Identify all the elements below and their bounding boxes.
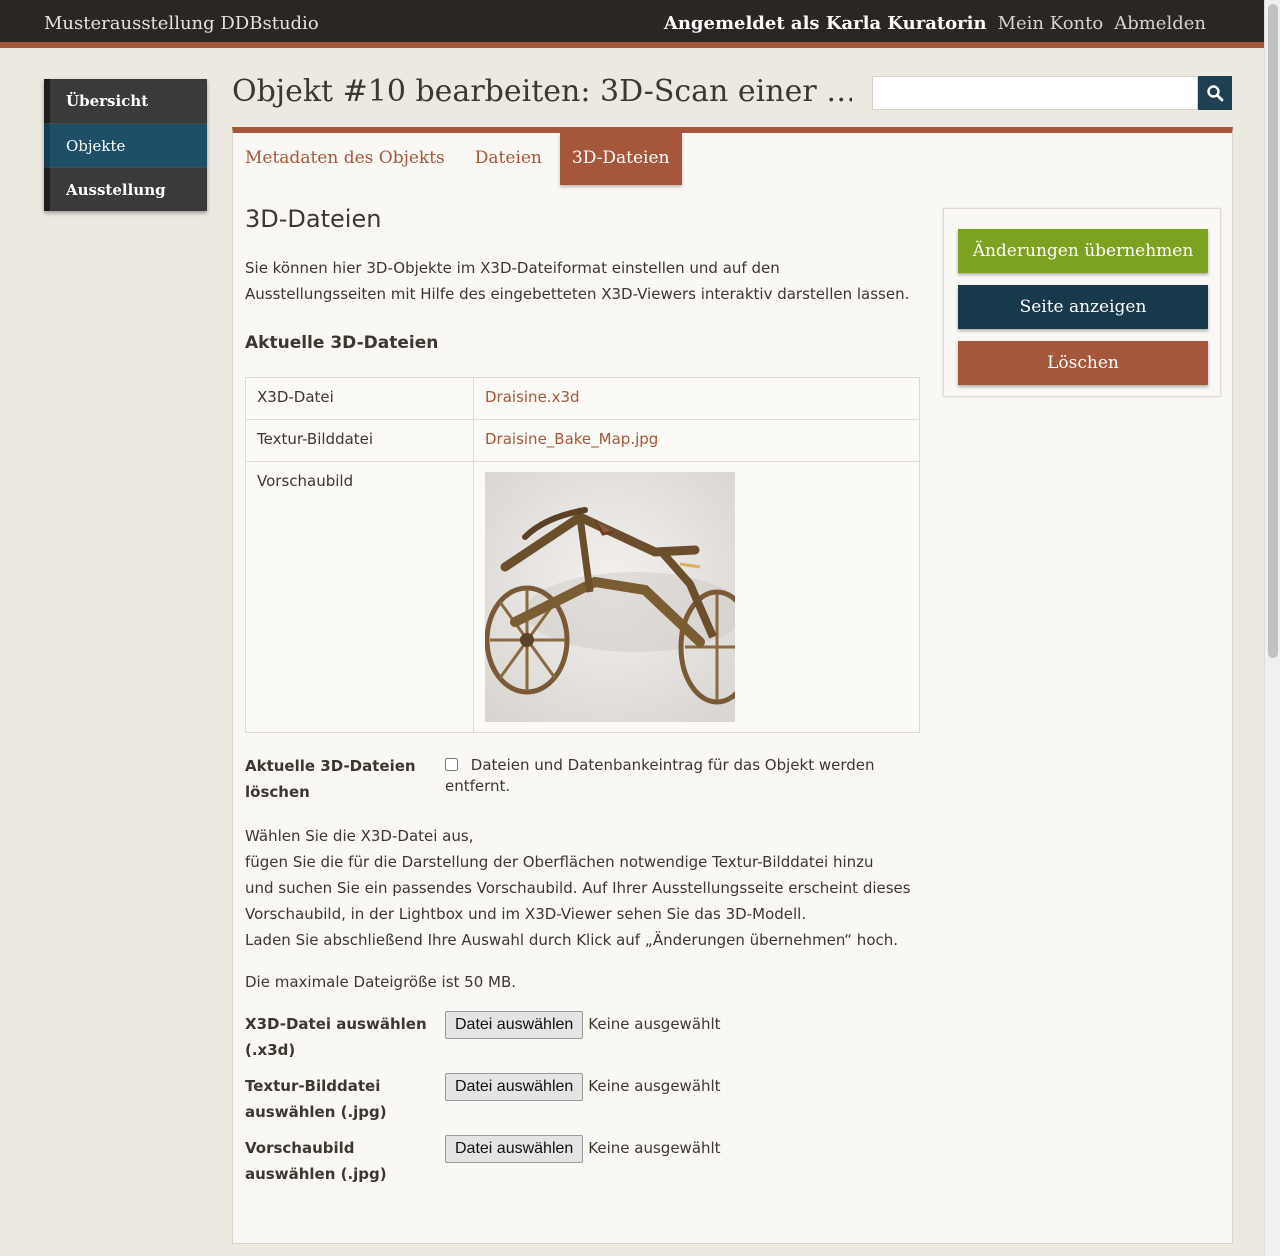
delete-files-option: Dateien und Datenbankeintrag für das Obj… (445, 753, 921, 805)
current-files-heading: Aktuelle 3D-Dateien (245, 333, 439, 353)
texture-choose-file-button[interactable]: Datei auswählen (445, 1073, 584, 1101)
user-nav: Angemeldet als Karla Kuratorin Mein Kont… (664, 13, 1206, 34)
max-file-size: Die maximale Dateigröße ist 50 MB. (245, 973, 517, 991)
sidebar-nav: Übersicht Objekte Ausstellung (44, 79, 207, 211)
edit-panel: Metadaten des Objekts Dateien 3D-Dateien… (232, 127, 1233, 1244)
my-account-link[interactable]: Mein Konto (998, 13, 1104, 34)
tab-bar: Metadaten des Objekts Dateien 3D-Dateien (233, 133, 682, 185)
search-input[interactable] (872, 76, 1198, 110)
section-title: 3D-Dateien (245, 205, 382, 233)
texture-file-label: Textur-Bilddatei (245, 419, 474, 462)
tab-3d-files[interactable]: 3D-Dateien (559, 133, 682, 185)
texture-file-status: Keine ausgewählt (588, 1077, 721, 1095)
tab-files[interactable]: Dateien (463, 133, 554, 185)
preview-choose-file-button[interactable]: Datei auswählen (445, 1135, 584, 1163)
x3d-file-label: X3D-Datei (245, 377, 474, 420)
delete-current-files-row: Aktuelle 3D-Dateien löschen Dateien und … (245, 753, 921, 805)
help-text: Wählen Sie die X3D-Datei aus, fügen Sie … (245, 827, 911, 949)
logout-link[interactable]: Abmelden (1114, 13, 1206, 34)
actions-box: Änderungen übernehmen Seite anzeigen Lös… (943, 208, 1221, 397)
search-button[interactable] (1198, 76, 1232, 110)
search-bar (872, 76, 1232, 110)
delete-files-checkbox[interactable] (445, 758, 458, 771)
x3d-file-link[interactable]: Draisine.x3d (485, 388, 580, 406)
logged-in-user: Angemeldet als Karla Kuratorin (663, 13, 987, 34)
scrollbar-thumb[interactable] (1268, 4, 1278, 658)
delete-files-label: Aktuelle 3D-Dateien löschen (245, 757, 416, 801)
preview-image-label: Vorschaubild (245, 461, 474, 733)
tab-metadata[interactable]: Metadaten des Objekts (233, 133, 457, 185)
view-page-button[interactable]: Seite anzeigen (958, 285, 1208, 329)
intro-text: Sie können hier 3D-Objekte im X3D-Dateif… (245, 259, 910, 303)
table-row: Vorschaubild (245, 461, 920, 733)
preview-file-status: Keine ausgewählt (588, 1139, 721, 1157)
table-row: X3D-Datei Draisine.x3d (245, 377, 920, 420)
preview-thumbnail[interactable] (485, 472, 735, 722)
delete-button[interactable]: Löschen (958, 341, 1208, 385)
sidebar-item-exhibition[interactable]: Ausstellung (44, 167, 207, 211)
draisine-image (485, 472, 735, 722)
search-icon (1207, 85, 1224, 102)
preview-upload-label: Vorschaubild auswählen (.jpg) (245, 1139, 387, 1183)
x3d-file-status: Keine ausgewählt (588, 1015, 721, 1033)
delete-files-description: Dateien und Datenbankeintrag für das Obj… (445, 756, 875, 795)
preview-upload-row: Vorschaubild auswählen (.jpg) Datei ausw… (245, 1135, 921, 1187)
content-area: 3D-Dateien Sie können hier 3D-Objekte im… (245, 205, 921, 1187)
sidebar-item-objects[interactable]: Objekte (44, 123, 207, 167)
table-row: Textur-Bilddatei Draisine_Bake_Map.jpg (245, 419, 920, 462)
page-scrollbar[interactable] (1264, 0, 1280, 1256)
texture-upload-label: Textur-Bilddatei auswählen (.jpg) (245, 1077, 387, 1121)
site-title[interactable]: Musterausstellung DDBstudio (44, 13, 319, 34)
top-bar: Musterausstellung DDBstudio Angemeldet a… (0, 0, 1264, 48)
x3d-upload-row: X3D-Datei auswählen (.x3d) Datei auswähl… (245, 1011, 921, 1063)
texture-file-link[interactable]: Draisine_Bake_Map.jpg (485, 430, 658, 448)
x3d-upload-label: X3D-Datei auswählen (.x3d) (245, 1015, 427, 1059)
page-title: Objekt #10 bearbeiten: 3D-Scan einer … (232, 74, 852, 109)
current-files-table: X3D-Datei Draisine.x3d Textur-Bilddatei … (245, 377, 920, 733)
sidebar-item-overview[interactable]: Übersicht (44, 79, 207, 123)
texture-upload-row: Textur-Bilddatei auswählen (.jpg) Datei … (245, 1073, 921, 1125)
x3d-choose-file-button[interactable]: Datei auswählen (445, 1011, 584, 1039)
apply-changes-button[interactable]: Änderungen übernehmen (958, 229, 1208, 273)
